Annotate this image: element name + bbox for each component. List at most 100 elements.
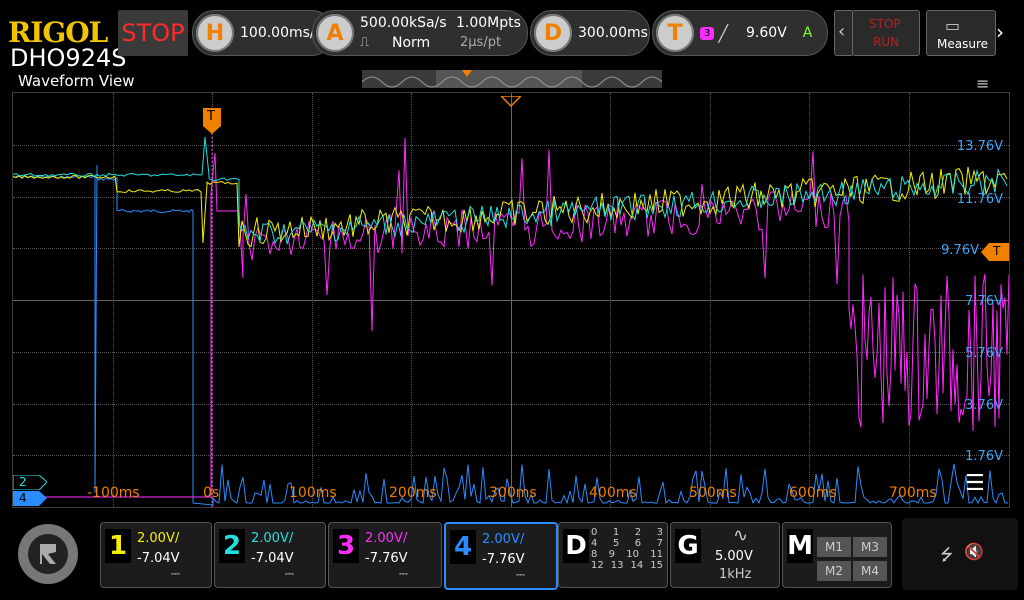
x-label-1: -100ms <box>87 485 140 501</box>
ch4-offset: -7.76V <box>482 552 525 567</box>
d10: 10 <box>626 549 639 560</box>
sine-wave-icon: ∿ <box>733 525 749 546</box>
math-box[interactable]: M M1 M3 M2 M4 <box>782 522 892 588</box>
stop-label: STOP <box>869 17 901 31</box>
y-label-1: 13.76V <box>956 139 1003 154</box>
acquire-mode: Norm <box>392 35 431 51</box>
prev-arrow-button[interactable]: ‹ <box>834 10 854 56</box>
d11: 11 <box>650 549 663 560</box>
trigger-key: T <box>656 14 694 52</box>
generator-box[interactable]: G ∿ 5.00V 1kHz <box>670 522 780 588</box>
d12: 12 <box>591 560 604 571</box>
math-m3-button[interactable]: M3 <box>853 537 887 557</box>
horizontal-scale: 100.00ms/ <box>240 25 315 41</box>
collapse-menu-icon: ☰ <box>965 471 985 496</box>
trigger-level-marker-label: T <box>993 244 1001 258</box>
delay-marker[interactable] <box>499 93 523 108</box>
chevron-right-icon: › <box>996 20 1004 44</box>
d13: 13 <box>610 560 624 571</box>
x-label-2: 0s <box>203 485 220 501</box>
ch4-box[interactable]: 4 2.00V/ -7.76V ⎓ <box>444 522 558 590</box>
stop-run-button[interactable]: STOP RUN <box>852 10 920 56</box>
digital-box[interactable]: D 0123 4567 8 9 10 11 12 13 14 15 <box>558 522 668 588</box>
y-label-6: 3.76V <box>965 398 1003 413</box>
trigger-position-marker[interactable]: T <box>203 108 221 134</box>
trigger-level-marker[interactable]: T <box>981 243 1009 261</box>
ch4-offset-marker[interactable]: 4 <box>13 491 47 506</box>
d15: 15 <box>650 560 663 571</box>
ch3-coupling-icon: ⎓ <box>399 567 408 580</box>
delay-pill[interactable]: D 300.00ms <box>530 10 650 56</box>
model-name: DHO924S <box>10 44 127 72</box>
trigger-level: 9.60V <box>746 25 787 41</box>
d4: 4 <box>591 538 598 549</box>
ch1-box[interactable]: 1 2.00V/ -7.04V ⎓ <box>100 522 212 588</box>
time-per-point: 2μs/pt <box>460 35 502 50</box>
trigger-pill[interactable]: T 3 ╱ 9.60V A <box>652 10 828 56</box>
ch1-offset: -7.04V <box>137 551 180 566</box>
ch3-number: 3 <box>333 529 359 563</box>
usb-icon[interactable]: ⭍ <box>940 544 953 571</box>
d9: 9 <box>608 549 615 560</box>
home-logo-button[interactable] <box>8 516 90 592</box>
measure-label: Measure <box>937 37 988 51</box>
x-label-5: 300ms <box>489 485 537 501</box>
ch1-number: 1 <box>105 529 131 563</box>
ch4-scale: 2.00V/ <box>482 532 525 547</box>
generator-frequency: 1kHz <box>719 567 752 582</box>
memory-depth: 1.00Mpts <box>456 15 521 31</box>
x-label-8: 600ms <box>789 485 837 501</box>
math-m4-button[interactable]: M4 <box>853 561 887 581</box>
d6: 6 <box>634 538 642 549</box>
ch2-box[interactable]: 2 2.00V/ -7.04V ⎓ <box>214 522 326 588</box>
menu-button[interactable]: ≡ <box>976 74 998 92</box>
ch4-coupling-icon: ⎓ <box>516 568 525 581</box>
x-label-6: 400ms <box>589 485 637 501</box>
x-label-3: 100ms <box>289 485 337 501</box>
d8: 8 <box>591 549 598 560</box>
ch3-box[interactable]: 3 2.00V/ -7.76V ⎓ <box>328 522 442 588</box>
ch3-offset: -7.76V <box>365 551 408 566</box>
next-arrow-button[interactable]: › <box>996 20 1016 44</box>
d14: 14 <box>630 560 644 571</box>
trigger-coupling: A <box>802 25 813 41</box>
waveform-display[interactable]: 13.76V 11.76V 9.76V 7.76V 5.76V 3.76V 1.… <box>12 92 1010 508</box>
memory-overview-bar[interactable] <box>361 70 663 88</box>
ch2-offset: -7.04V <box>251 551 294 566</box>
y-label-5: 5.76V <box>965 346 1003 361</box>
rising-edge-icon: ╱ <box>718 23 729 43</box>
chevron-left-icon: ‹ <box>838 21 846 42</box>
ruler-icon: ▭ <box>945 16 961 35</box>
ch1-trace <box>13 166 1008 248</box>
delay-value: 300.00ms <box>578 25 648 41</box>
ch2-offset-marker[interactable]: 2 <box>12 474 48 491</box>
generator-amplitude: 5.00V <box>715 549 753 564</box>
horizontal-key: H <box>196 14 234 52</box>
acquire-pill[interactable]: A 500.00kSa/s 1.00Mpts ⎍ Norm 2μs/pt <box>312 10 528 56</box>
acquire-key: A <box>316 14 354 52</box>
d1: 1 <box>612 527 620 538</box>
math-m2-button[interactable]: M2 <box>817 561 851 581</box>
y-label-7: 1.76V <box>965 449 1003 464</box>
y-label-4: 7.76V <box>965 294 1003 309</box>
collapse-panel-button[interactable]: ☰ <box>965 471 1001 497</box>
ch1-coupling-icon: ⎓ <box>171 567 180 580</box>
status-panel: ⭍ 🔇 <box>902 518 1018 590</box>
measure-button[interactable]: ▭ Measure <box>926 10 996 56</box>
x-label-4: 200ms <box>389 485 437 501</box>
x-label-7: 500ms <box>689 485 737 501</box>
d5: 5 <box>612 538 620 549</box>
ch2-coupling-icon: ⎓ <box>285 567 294 580</box>
run-state-indicator[interactable]: STOP <box>118 10 188 56</box>
x-label-9: 700ms <box>889 485 937 501</box>
memory-overview-wave <box>361 70 663 88</box>
speaker-muted-icon[interactable]: 🔇 <box>964 542 984 561</box>
ch2-number: 2 <box>219 529 245 563</box>
y-label-3: 9.76V <box>941 243 979 258</box>
ch2-marker-label: 2 <box>19 475 27 489</box>
d3: 3 <box>656 527 663 538</box>
gear-logo-icon <box>18 524 78 584</box>
ch2-scale: 2.00V/ <box>251 531 294 546</box>
math-m1-button[interactable]: M1 <box>817 537 851 557</box>
d0: 0 <box>591 527 598 538</box>
